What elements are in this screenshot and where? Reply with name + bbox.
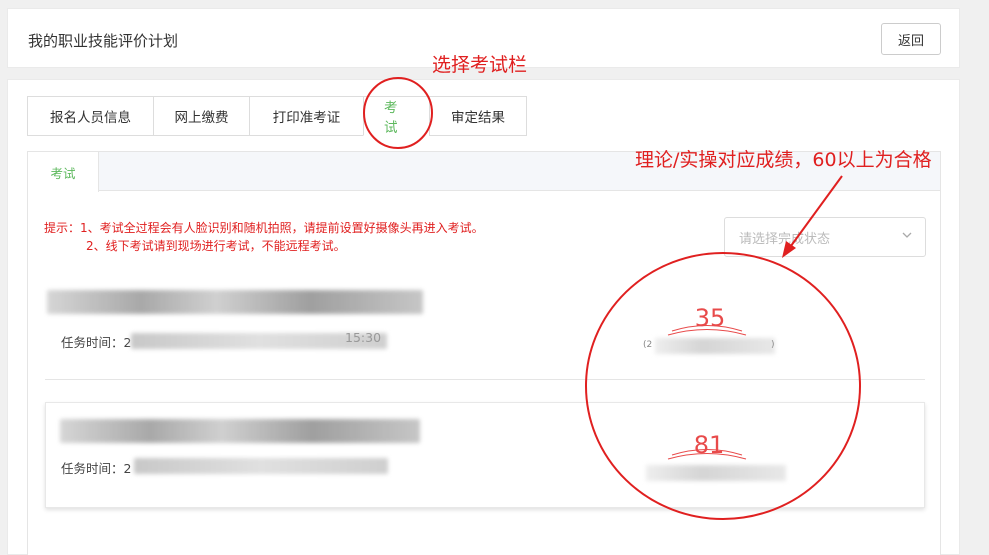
score-value: 35 <box>694 304 726 332</box>
exam-tips: 提示：1、考试全过程会有人脸识别和随机拍照，请提前设置好摄像头再进入考试。 2、… <box>44 219 484 255</box>
tab-bar: 报名人员信息 网上缴费 打印准考证 考试 审定结果 <box>27 96 527 136</box>
score-paren-right: ) <box>771 340 775 350</box>
task-time-redacted <box>134 458 388 474</box>
score-detail-redacted <box>655 338 775 354</box>
page-title: 我的职业技能评价计划 <box>28 32 179 50</box>
tab-review-result[interactable]: 审定结果 <box>429 96 527 136</box>
annotation-score-hint: 理论/实操对应成绩，60以上为合格 <box>635 149 932 171</box>
subtab-exam[interactable]: 考试 <box>28 152 99 192</box>
score-paren-left: (2 <box>643 340 653 350</box>
tab-print-admission[interactable]: 打印准考证 <box>249 96 363 136</box>
task-title-redacted <box>47 290 423 314</box>
tip-line-1: 提示：1、考试全过程会有人脸识别和随机拍照，请提前设置好摄像头再进入考试。 <box>44 221 484 235</box>
score-detail-redacted <box>646 465 786 481</box>
back-button[interactable]: 返回 <box>881 23 941 55</box>
task-time-label: 任务时间：2 <box>61 335 132 350</box>
task-time-label: 任务时间：2 <box>61 461 132 476</box>
task-title-redacted <box>60 419 420 443</box>
tab-online-payment[interactable]: 网上缴费 <box>153 96 249 136</box>
tab-exam[interactable]: 考试 <box>363 96 429 136</box>
status-select[interactable]: 请选择完成状态 <box>724 217 926 257</box>
chevron-down-icon <box>901 229 913 244</box>
task-time-tail: 15:30 <box>345 330 382 345</box>
tip-line-2: 2、线下考试请到现场进行考试，不能远程考试。 <box>86 239 346 253</box>
score-value: 81 <box>693 431 725 459</box>
status-select-placeholder: 请选择完成状态 <box>739 231 831 247</box>
annotation-tab-hint: 选择考试栏 <box>432 54 528 76</box>
tab-registrant-info[interactable]: 报名人员信息 <box>27 96 153 136</box>
task-item[interactable]: 任务时间：2 81 <box>45 402 925 508</box>
task-item[interactable]: 任务时间：2 15:30 35 (2 ) <box>45 272 925 380</box>
exam-panel: 考试 提示：1、考试全过程会有人脸识别和随机拍照，请提前设置好摄像头再进入考试。… <box>27 151 941 555</box>
